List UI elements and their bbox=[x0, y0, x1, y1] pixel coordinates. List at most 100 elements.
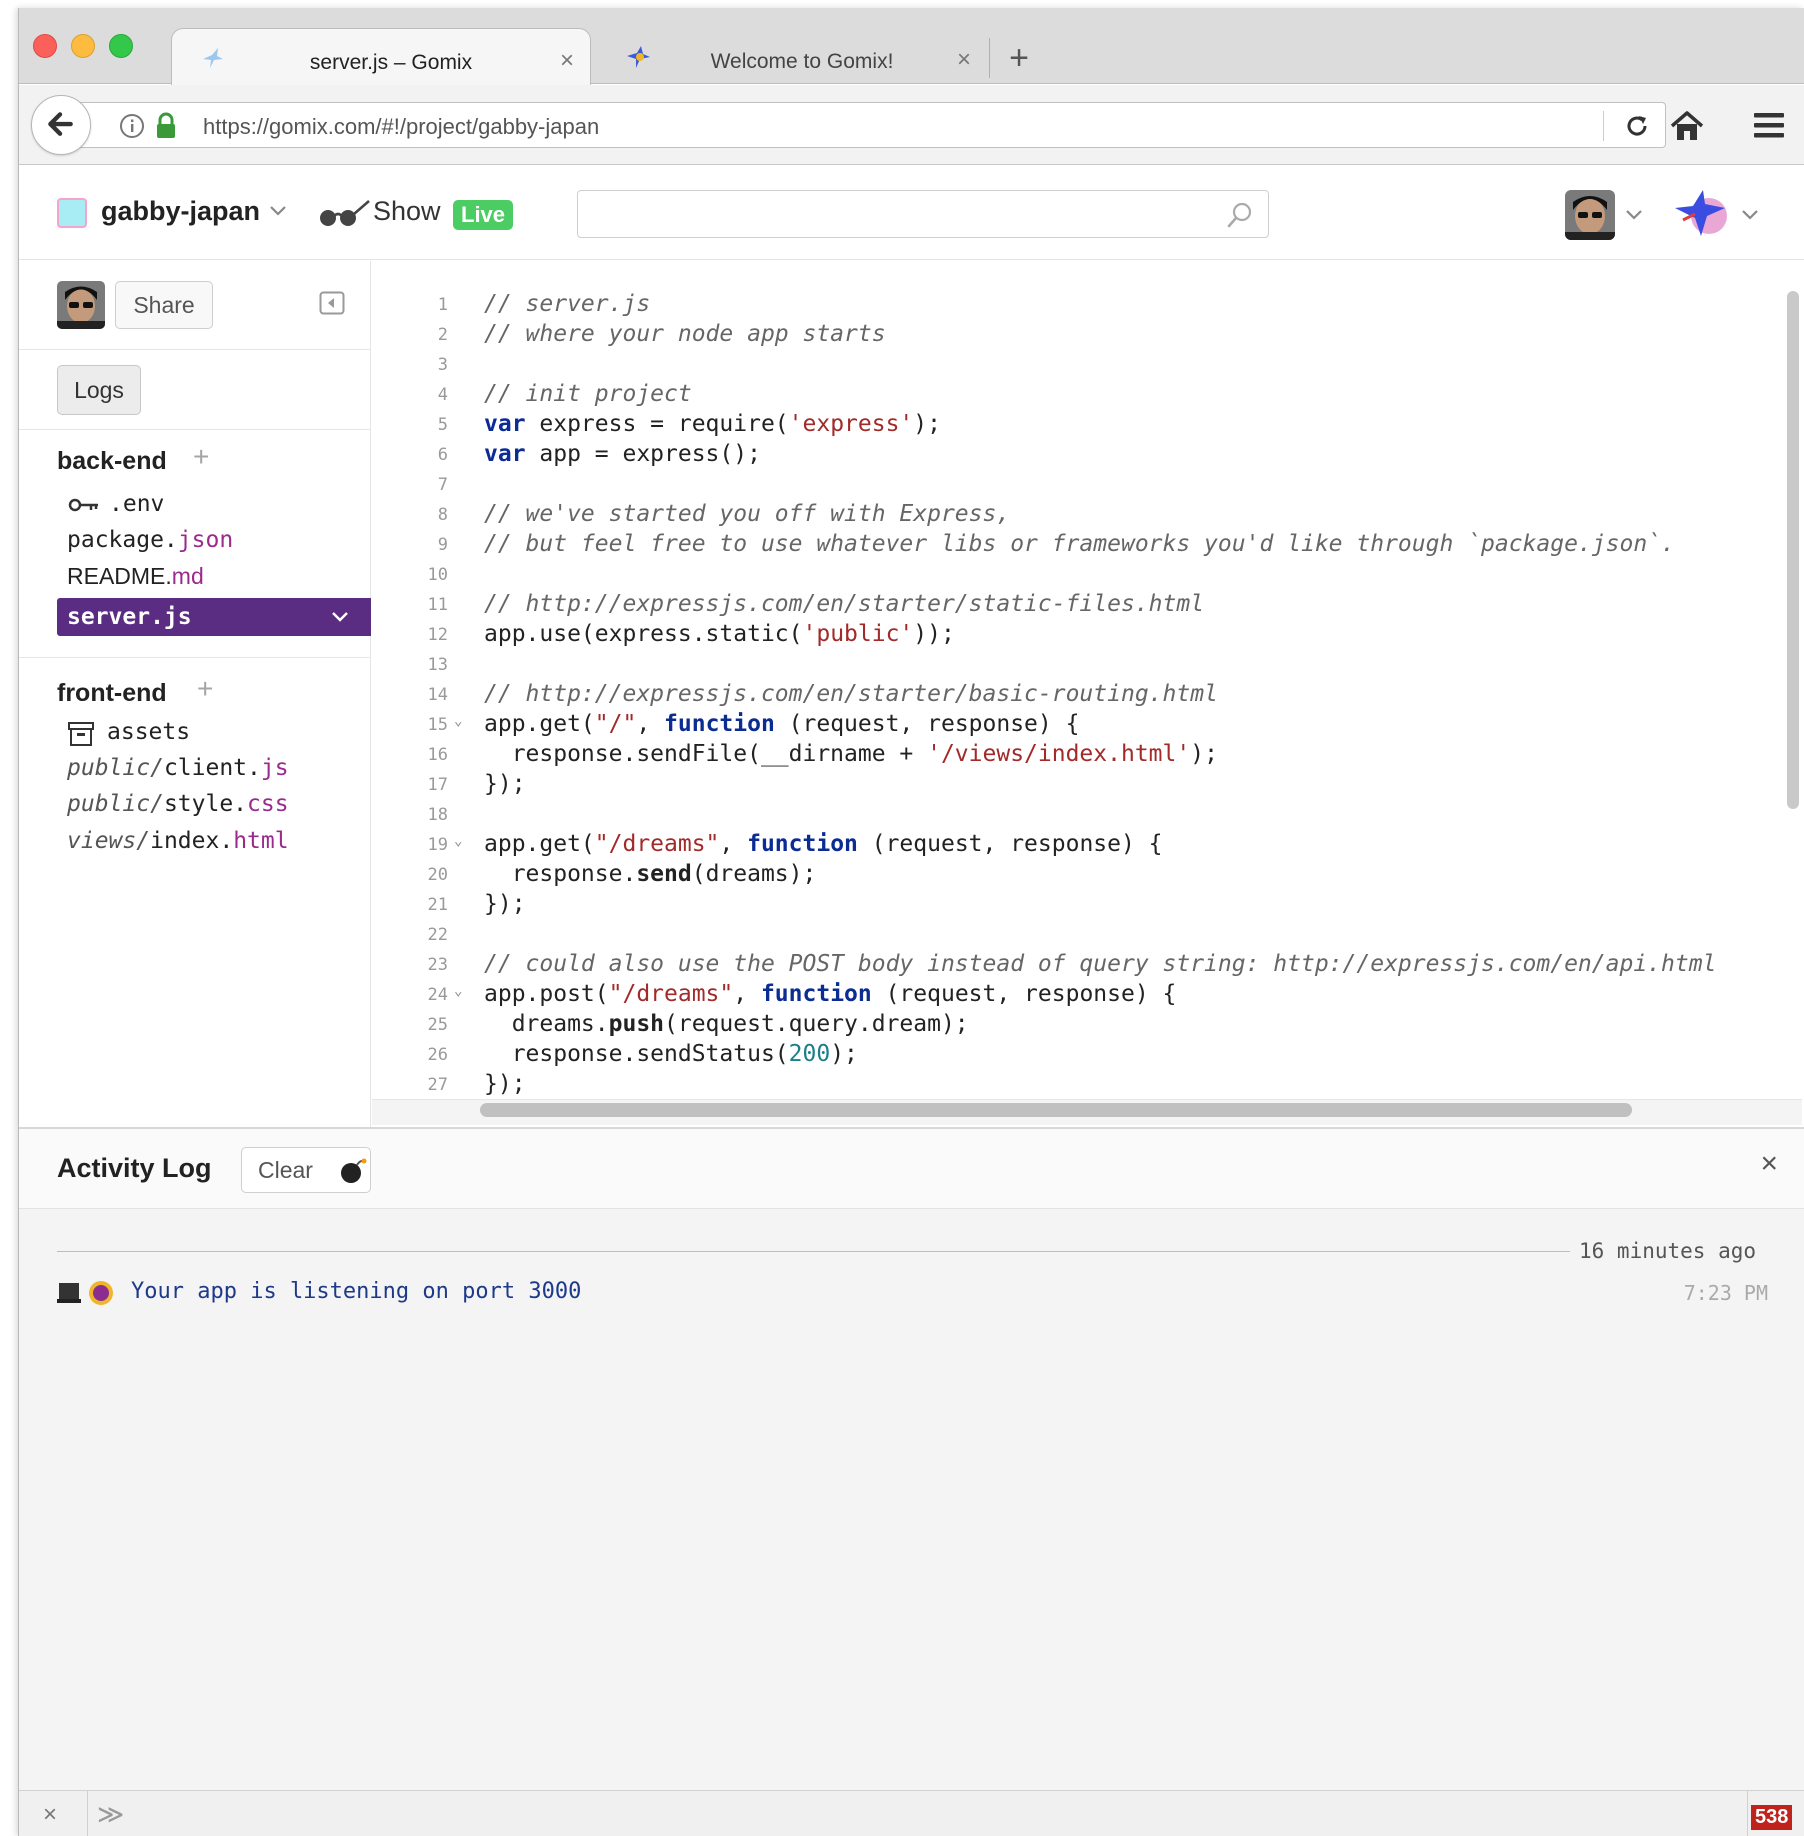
code-line[interactable]: 5 var express = require('express'); bbox=[372, 411, 1772, 441]
minimize-window-button[interactable] bbox=[71, 34, 95, 58]
file-package-json[interactable]: package.json bbox=[67, 527, 233, 553]
code-line[interactable]: 7 bbox=[372, 471, 1772, 501]
code-line[interactable]: 6 var app = express(); bbox=[372, 441, 1772, 471]
code-line[interactable]: 14 // http://expressjs.com/en/starter/bas… bbox=[372, 681, 1772, 711]
user-avatar[interactable] bbox=[1565, 190, 1615, 240]
code-line[interactable]: 16 response.sendFile(__dirname + '/views… bbox=[372, 741, 1772, 771]
code-text[interactable]: // we've started you off with Express, bbox=[484, 501, 1010, 527]
url-bar[interactable]: https://gomix.com/#!/project/gabby-japan bbox=[71, 102, 1666, 148]
glasses-icon[interactable] bbox=[317, 198, 371, 228]
close-window-button[interactable] bbox=[33, 34, 57, 58]
code-line[interactable]: 8 // we've started you off with Express, bbox=[372, 501, 1772, 531]
close-tab-icon[interactable]: × bbox=[560, 47, 574, 75]
file-server-js[interactable]: server.js bbox=[57, 598, 371, 636]
horizontal-scrollbar[interactable] bbox=[480, 1103, 1632, 1117]
file-public-style-css[interactable]: public/style.css bbox=[67, 791, 289, 817]
code-line[interactable]: 4 // init project bbox=[372, 381, 1772, 411]
reload-icon[interactable] bbox=[1623, 112, 1651, 140]
code-text[interactable]: app.get("/dreams", function (request, re… bbox=[484, 831, 1163, 857]
back-button[interactable] bbox=[31, 95, 91, 155]
project-name[interactable]: gabby-japan bbox=[101, 196, 260, 227]
gomix-logo-icon[interactable] bbox=[1671, 186, 1731, 242]
code-text[interactable]: // where your node app starts bbox=[484, 321, 886, 347]
code-line[interactable]: 18 bbox=[372, 801, 1772, 831]
code-line[interactable]: 26 response.sendStatus(200); bbox=[372, 1041, 1772, 1071]
code-text[interactable]: response.send(dreams); bbox=[484, 861, 817, 887]
code-line[interactable]: 17}); bbox=[372, 771, 1772, 801]
add-file-back-end-button[interactable]: + bbox=[193, 441, 209, 473]
code-text[interactable]: // server.js bbox=[484, 291, 650, 317]
code-line[interactable]: 3 bbox=[372, 351, 1772, 381]
code-text[interactable]: }); bbox=[484, 1071, 526, 1097]
fold-toggle-icon[interactable]: ⌄ bbox=[454, 833, 462, 849]
file-env[interactable]: .env bbox=[109, 491, 164, 517]
chevron-down-icon[interactable] bbox=[269, 204, 287, 218]
tab-server-js[interactable]: server.js – Gomix × bbox=[171, 28, 591, 85]
add-file-front-end-button[interactable]: + bbox=[197, 673, 213, 705]
code-line[interactable]: 1 // server.js bbox=[372, 291, 1772, 321]
url-text[interactable]: https://gomix.com/#!/project/gabby-japan bbox=[203, 114, 599, 140]
code-line[interactable]: 11 // http://expressjs.com/en/starter/sta… bbox=[372, 591, 1772, 621]
info-icon[interactable] bbox=[119, 113, 145, 139]
share-button[interactable]: Share bbox=[115, 281, 213, 329]
code-text[interactable]: // init project bbox=[484, 381, 692, 407]
new-tab-button[interactable]: + bbox=[999, 38, 1039, 78]
close-activity-log-button[interactable]: × bbox=[1760, 1147, 1778, 1181]
zoom-window-button[interactable] bbox=[109, 34, 133, 58]
collaborator-avatar[interactable] bbox=[57, 281, 105, 329]
code-text[interactable]: // http://expressjs.com/en/starter/basic… bbox=[484, 681, 1218, 707]
file-views-index-html[interactable]: views/index.html bbox=[67, 828, 289, 854]
code-text[interactable]: // but feel free to use whatever libs or… bbox=[484, 531, 1675, 557]
chevron-down-icon[interactable] bbox=[1741, 208, 1759, 222]
logs-button[interactable]: Logs bbox=[57, 365, 141, 415]
code-line[interactable]: 13 bbox=[372, 651, 1772, 681]
live-badge[interactable]: Live bbox=[453, 200, 514, 230]
code-text[interactable]: // could also use the POST body instead … bbox=[484, 951, 1716, 977]
lock-icon[interactable] bbox=[155, 112, 177, 140]
fold-toggle-icon[interactable]: ⌄ bbox=[454, 983, 462, 999]
code-text[interactable]: var express = require('express'); bbox=[484, 411, 941, 437]
code-text[interactable]: app.post("/dreams", function (request, r… bbox=[484, 981, 1176, 1007]
project-avatar[interactable] bbox=[57, 198, 87, 228]
close-tab-icon[interactable]: × bbox=[957, 46, 971, 74]
code-line[interactable]: 2 // where your node app starts bbox=[372, 321, 1772, 351]
code-editor[interactable]: 1 // server.js 2 // where your node app sta… bbox=[372, 261, 1804, 1127]
file-public-client-js[interactable]: public/client.js bbox=[67, 755, 289, 781]
code-line[interactable]: 21}); bbox=[372, 891, 1772, 921]
code-line[interactable]: 22 bbox=[372, 921, 1772, 951]
search-input[interactable] bbox=[577, 190, 1269, 238]
code-text[interactable]: dreams.push(request.query.dream); bbox=[484, 1011, 969, 1037]
fold-toggle-icon[interactable]: ⌄ bbox=[454, 713, 462, 729]
show-button[interactable]: Show bbox=[373, 196, 441, 227]
chevron-down-icon[interactable] bbox=[331, 610, 349, 624]
code-line[interactable]: 27}); bbox=[372, 1071, 1772, 1101]
expand-icon[interactable]: ≫ bbox=[97, 1799, 124, 1830]
code-text[interactable]: app.get("/", function (request, response… bbox=[484, 711, 1079, 737]
hamburger-menu-icon[interactable] bbox=[1751, 109, 1787, 141]
code-text[interactable]: var app = express(); bbox=[484, 441, 761, 467]
code-line[interactable]: 12 app.use(express.static('public')); bbox=[372, 621, 1772, 651]
error-count-badge[interactable]: 538 bbox=[1751, 1805, 1793, 1830]
tab-welcome[interactable]: Welcome to Gomix! × bbox=[597, 28, 987, 85]
code-line[interactable]: 25 dreams.push(request.query.dream); bbox=[372, 1011, 1772, 1041]
code-text[interactable]: response.sendStatus(200); bbox=[484, 1041, 858, 1067]
code-text[interactable]: }); bbox=[484, 771, 526, 797]
home-icon[interactable] bbox=[1669, 109, 1705, 143]
code-text[interactable]: response.sendFile(__dirname + '/views/in… bbox=[484, 741, 1218, 767]
code-line[interactable]: 19 ⌄ app.get("/dreams", function (request,… bbox=[372, 831, 1772, 861]
code-line[interactable]: 15 ⌄ app.get("/", function (request, respo… bbox=[372, 711, 1772, 741]
code-text[interactable]: }); bbox=[484, 891, 526, 917]
vertical-scrollbar[interactable] bbox=[1787, 291, 1799, 809]
collapse-sidebar-icon[interactable] bbox=[319, 291, 345, 315]
code-text[interactable]: app.use(express.static('public')); bbox=[484, 621, 955, 647]
folder-assets[interactable]: assets bbox=[107, 719, 190, 745]
file-readme-md[interactable]: README.md bbox=[67, 563, 204, 590]
code-line[interactable]: 23 // could also use the POST body instea… bbox=[372, 951, 1772, 981]
chevron-down-icon[interactable] bbox=[1625, 208, 1643, 222]
code-line[interactable]: 24 ⌄ app.post("/dreams", function (request… bbox=[372, 981, 1772, 1011]
code-line[interactable]: 10 bbox=[372, 561, 1772, 591]
code-line[interactable]: 20 response.send(dreams); bbox=[372, 861, 1772, 891]
close-icon[interactable]: × bbox=[43, 1801, 57, 1829]
code-text[interactable]: // http://expressjs.com/en/starter/stati… bbox=[484, 591, 1204, 617]
code-line[interactable]: 9 // but feel free to use whatever libs o… bbox=[372, 531, 1772, 561]
